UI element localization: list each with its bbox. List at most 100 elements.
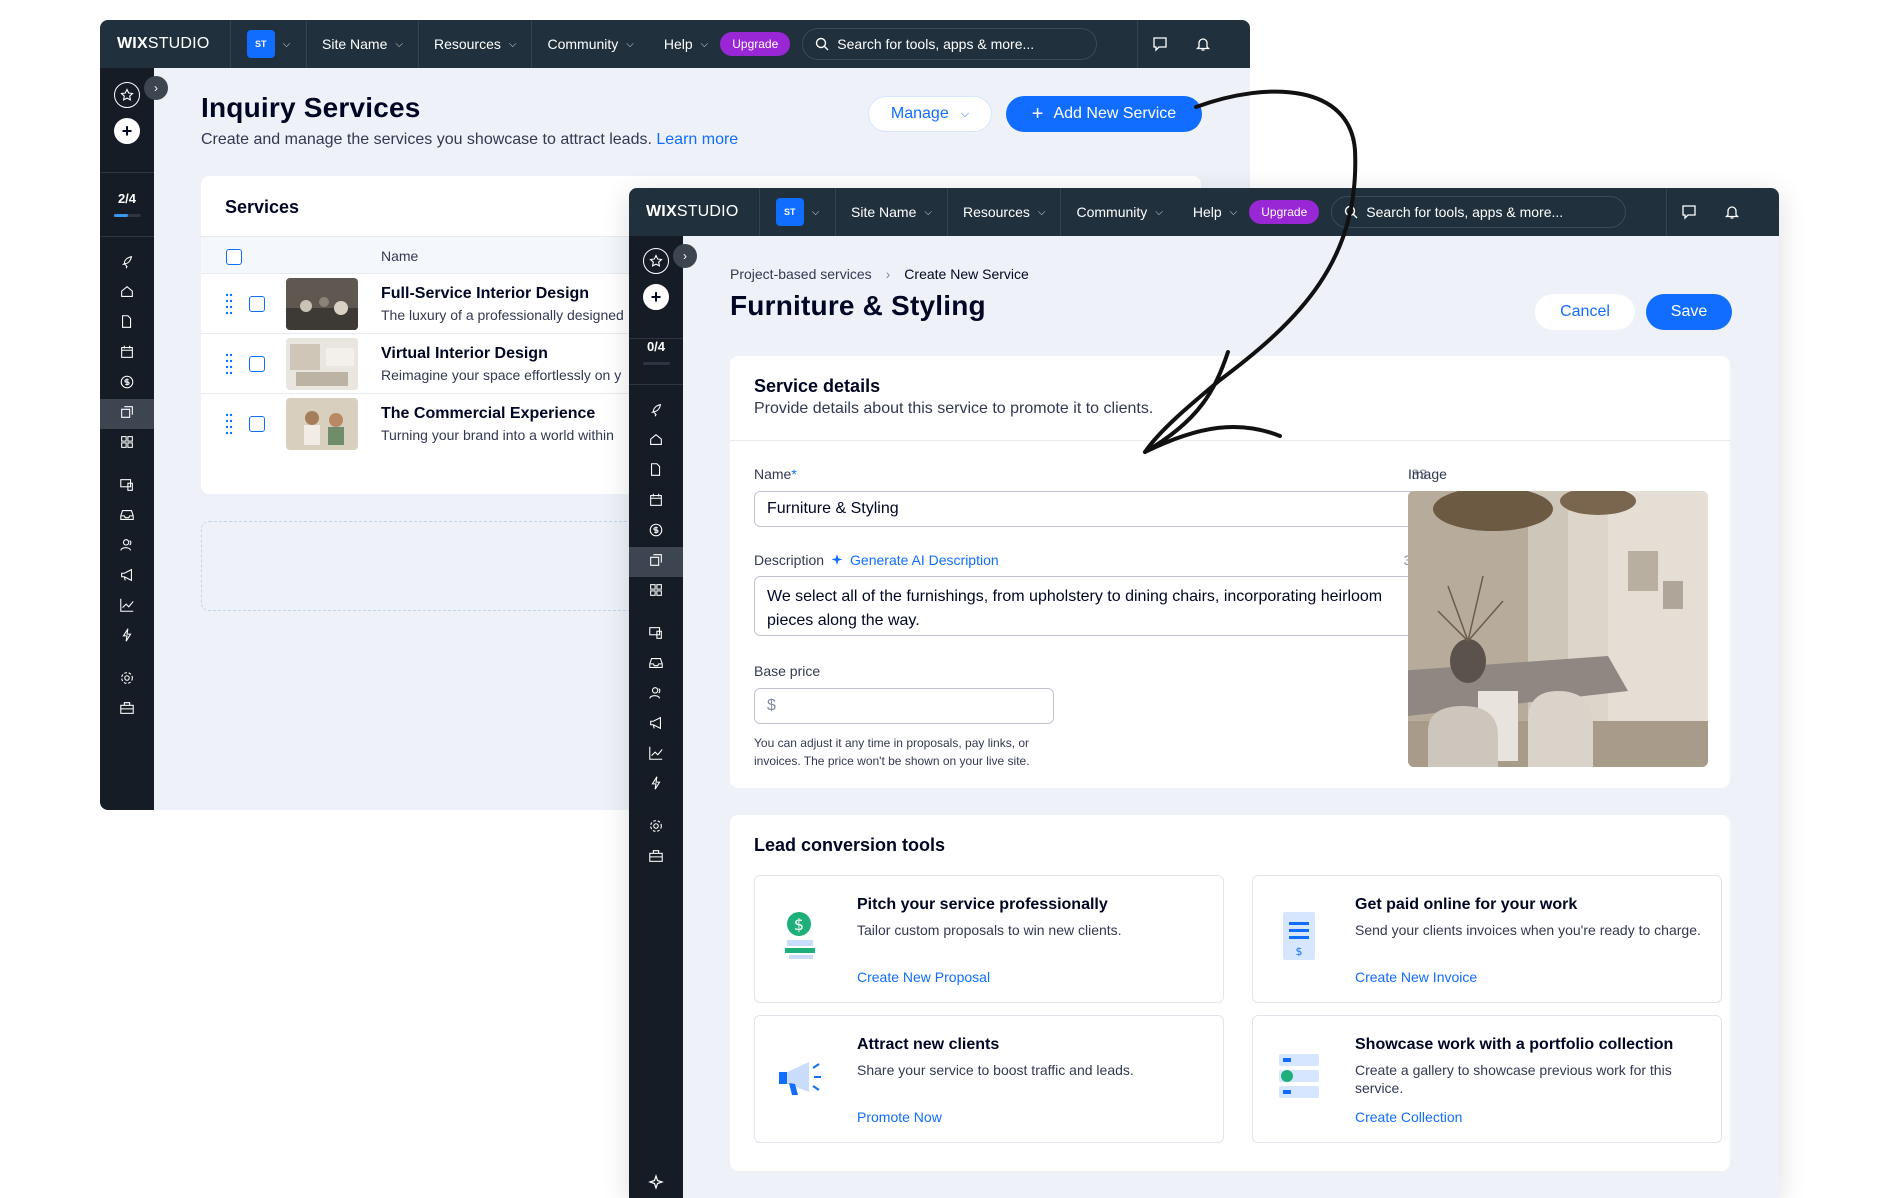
- base-price-field[interactable]: $: [754, 688, 1054, 724]
- select-all-checkbox[interactable]: [226, 249, 242, 265]
- sidebar-megaphone-item[interactable]: [629, 710, 683, 740]
- service-image[interactable]: [1408, 491, 1708, 767]
- drag-handle-icon[interactable]: [225, 413, 233, 435]
- sidebar-home-item[interactable]: [629, 427, 683, 457]
- sidebar-rocket-item[interactable]: [100, 249, 154, 279]
- sidebar-settings-item[interactable]: [100, 665, 154, 695]
- sidebar-devices-item[interactable]: [629, 620, 683, 650]
- sidebar-automation-item[interactable]: [100, 622, 154, 652]
- settings-icon: [648, 818, 664, 839]
- lead-tool-description: Send your clients invoices when you're r…: [1355, 922, 1701, 938]
- resources-menu[interactable]: Resources ⌵: [419, 20, 533, 68]
- chat-icon[interactable]: [1666, 188, 1710, 236]
- chevron-down-icon: ⌵: [960, 107, 970, 120]
- search-input[interactable]: Search for tools, apps & more...: [1331, 196, 1627, 228]
- sidebar-services-item[interactable]: [629, 547, 683, 577]
- favorites-icon[interactable]: [643, 248, 669, 274]
- sidebar-services-item[interactable]: [100, 399, 154, 429]
- cancel-button[interactable]: Cancel: [1535, 294, 1635, 330]
- search-input[interactable]: Search for tools, apps & more...: [802, 28, 1098, 60]
- setup-progress-text[interactable]: 2/4: [100, 191, 154, 206]
- name-field[interactable]: Furniture & Styling: [754, 491, 1427, 527]
- site-switcher[interactable]: ST ⌵: [230, 20, 307, 68]
- lead-tool-link[interactable]: Create New Invoice: [1355, 969, 1477, 985]
- sidebar-analytics-item[interactable]: [100, 592, 154, 622]
- sidebar-automation-item[interactable]: [629, 770, 683, 800]
- description-field[interactable]: We select all of the furnishings, from u…: [754, 576, 1427, 636]
- site-badge: ST: [246, 30, 275, 58]
- sidebar-rocket-item[interactable]: [629, 397, 683, 427]
- community-menu[interactable]: Community ⌵: [532, 20, 648, 68]
- sidebar-calendar-item[interactable]: [100, 339, 154, 369]
- sidebar-inbox-item[interactable]: [629, 650, 683, 680]
- lead-tool-link[interactable]: Create New Proposal: [857, 969, 990, 985]
- chevron-down-icon: ⌵: [700, 38, 709, 50]
- lead-tool-link[interactable]: Create Collection: [1355, 1109, 1462, 1125]
- service-title[interactable]: Virtual Interior Design: [381, 345, 548, 363]
- favorites-icon[interactable]: [114, 82, 140, 108]
- sidebar-contacts-item[interactable]: [100, 532, 154, 562]
- community-menu[interactable]: Community ⌵: [1061, 188, 1177, 236]
- expand-sidebar-icon[interactable]: ›: [144, 76, 168, 100]
- service-title[interactable]: The Commercial Experience: [381, 405, 595, 423]
- sidebar-document-item[interactable]: [100, 309, 154, 339]
- bell-icon[interactable]: [1710, 188, 1754, 236]
- services-icon: [648, 552, 664, 573]
- help-menu[interactable]: Help ⌵: [649, 20, 708, 68]
- add-icon[interactable]: +: [114, 118, 140, 144]
- generate-ai-description-link[interactable]: Generate AI Description: [850, 552, 999, 568]
- service-title[interactable]: Full-Service Interior Design: [381, 285, 589, 303]
- analytics-icon: [119, 597, 135, 618]
- add-icon[interactable]: +: [643, 284, 669, 310]
- learn-more-link[interactable]: Learn more: [656, 131, 738, 148]
- wix-studio-logo[interactable]: WIX STUDIO: [629, 203, 759, 221]
- chevron-down-icon: ⌵: [811, 206, 820, 218]
- chat-icon[interactable]: [1137, 20, 1181, 68]
- sidebar-calendar-item[interactable]: [629, 487, 683, 517]
- sidebar-toolbox-item[interactable]: [100, 695, 154, 725]
- drag-handle-icon[interactable]: [225, 353, 233, 375]
- site-name-menu[interactable]: Site Name ⌵: [307, 20, 419, 68]
- sidebar-toolbox-item[interactable]: [629, 843, 683, 873]
- upgrade-button[interactable]: Upgrade: [1249, 200, 1320, 224]
- sidebar-dollar-item[interactable]: [100, 369, 154, 399]
- bell-icon[interactable]: [1181, 20, 1225, 68]
- sidebar-devices-item[interactable]: [100, 472, 154, 502]
- lead-tool-link[interactable]: Promote Now: [857, 1109, 942, 1125]
- sidebar-document-item[interactable]: [629, 457, 683, 487]
- expand-sidebar-icon[interactable]: ›: [673, 244, 697, 268]
- sidebar-inbox-item[interactable]: [100, 502, 154, 532]
- ai-assistant-icon[interactable]: [629, 1166, 683, 1198]
- save-button[interactable]: Save: [1646, 294, 1732, 330]
- resources-menu[interactable]: Resources ⌵: [948, 188, 1062, 236]
- sidebar-dollar-item[interactable]: [629, 517, 683, 547]
- divider: [100, 172, 154, 173]
- row-checkbox[interactable]: [249, 416, 265, 432]
- sidebar-apps-item[interactable]: [629, 577, 683, 607]
- help-menu[interactable]: Help ⌵: [1178, 188, 1237, 236]
- top-bar: WIX STUDIO ST ⌵ Site Name ⌵ Resources ⌵ Com…: [629, 188, 1779, 236]
- lead-tool-title: Showcase work with a portfolio collectio…: [1355, 1036, 1674, 1053]
- lead-tool-card: $ Get paid online for your work Send your …: [1252, 875, 1722, 1003]
- row-checkbox[interactable]: [249, 296, 265, 312]
- drag-handle-icon[interactable]: [225, 293, 233, 315]
- sidebar-contacts-item[interactable]: [629, 680, 683, 710]
- sidebar-home-item[interactable]: [100, 279, 154, 309]
- site-switcher[interactable]: ST ⌵: [759, 188, 836, 236]
- upgrade-button[interactable]: Upgrade: [720, 32, 791, 56]
- row-checkbox[interactable]: [249, 356, 265, 372]
- sidebar-settings-item[interactable]: [629, 813, 683, 843]
- wix-studio-logo[interactable]: WIX STUDIO: [100, 35, 230, 53]
- setup-progress-text[interactable]: 0/4: [629, 339, 683, 354]
- service-description: Reimagine your space effortlessly on y: [381, 367, 622, 383]
- manage-button[interactable]: Manage ⌵: [868, 96, 992, 132]
- service-details-subtitle: Provide details about this service to pr…: [754, 400, 1154, 417]
- sidebar-analytics-item[interactable]: [629, 740, 683, 770]
- site-name-menu[interactable]: Site Name ⌵: [836, 188, 948, 236]
- sidebar-apps-item[interactable]: [100, 429, 154, 459]
- divider: [629, 384, 683, 385]
- calendar-icon: [119, 344, 135, 365]
- add-new-service-button[interactable]: + Add New Service: [1006, 96, 1202, 132]
- sidebar-megaphone-item[interactable]: [100, 562, 154, 592]
- breadcrumb-parent[interactable]: Project-based services: [730, 266, 872, 282]
